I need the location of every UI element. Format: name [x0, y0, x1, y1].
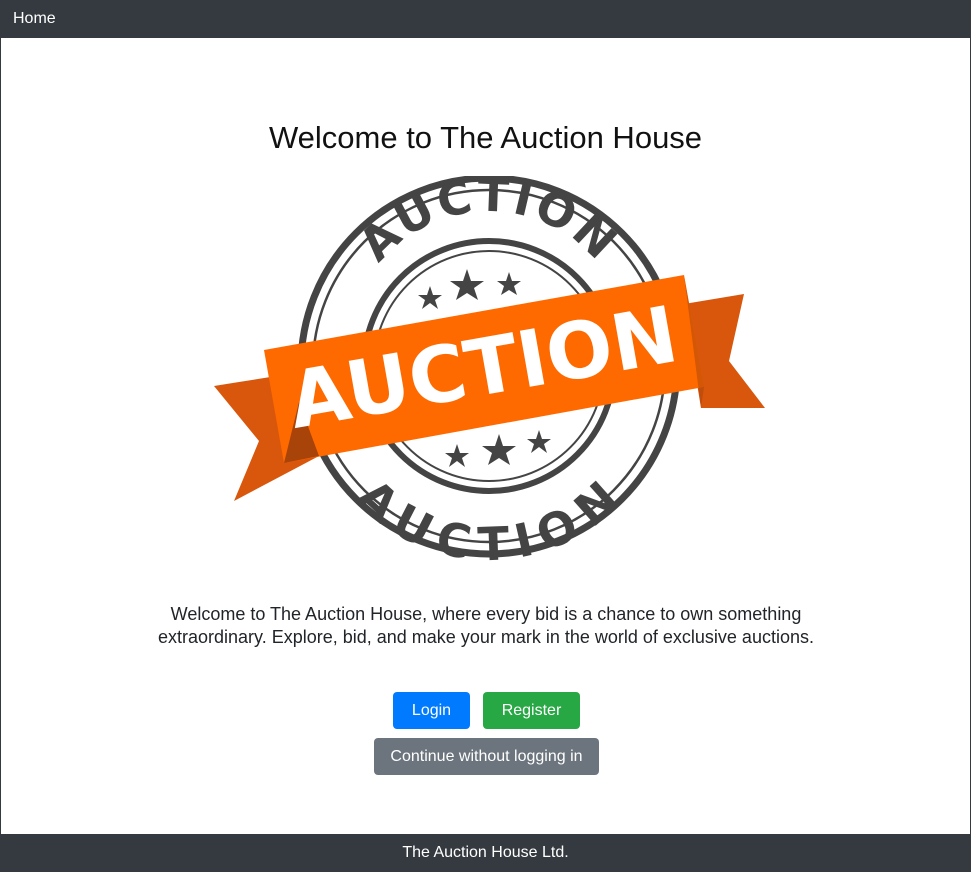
register-button[interactable]: Register [483, 692, 580, 729]
intro-text: Welcome to The Auction House, where ever… [158, 604, 814, 647]
footer-text: The Auction House Ltd. [402, 843, 569, 861]
auction-stamp-logo: AUCTION AUCTION AUCTION [214, 176, 765, 564]
login-button[interactable]: Login [393, 692, 470, 729]
page-title: Welcome to The Auction House [268, 120, 703, 155]
page-frame: Home Welcome to The Auction House AUCTIO… [0, 0, 971, 872]
top-navbar: Home [1, 0, 970, 38]
nav-home-link[interactable]: Home [13, 10, 56, 28]
continue-without-login-button[interactable]: Continue without logging in [374, 738, 599, 775]
footer: The Auction House Ltd. [1, 834, 970, 871]
